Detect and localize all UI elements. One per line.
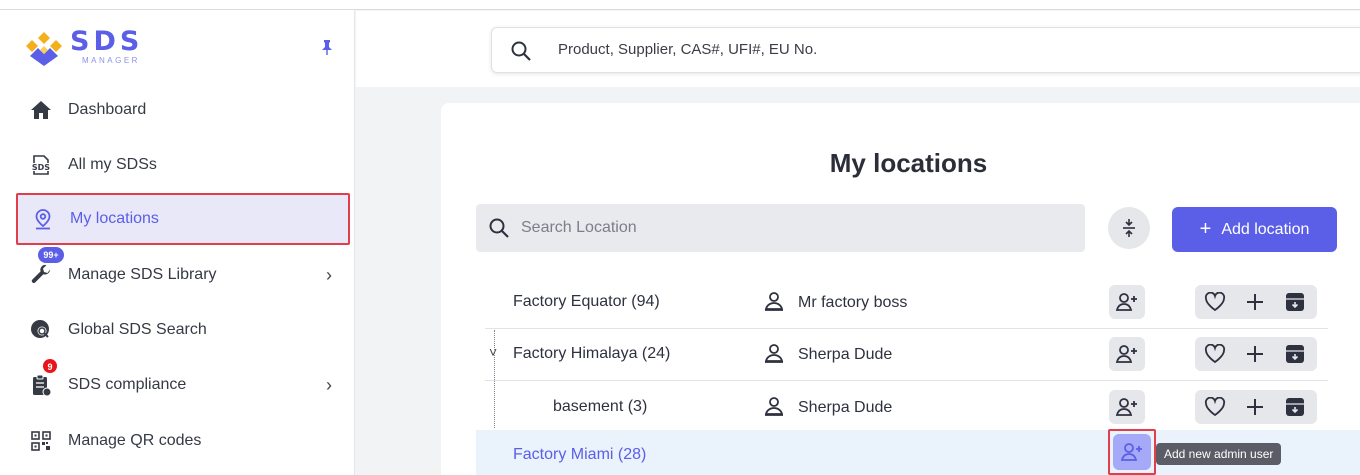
- location-row-child[interactable]: basement (3) Sherpa Dude: [525, 382, 1328, 434]
- sidebar-item-sds-compliance[interactable]: 9 SDS compliance ›: [16, 358, 350, 411]
- add-sublocation-icon[interactable]: [1243, 290, 1267, 314]
- sidebar-item-label: My locations: [70, 210, 159, 227]
- add-sublocation-icon[interactable]: [1243, 395, 1267, 419]
- qr-code-icon: [28, 428, 54, 454]
- sidebar-item-all-my-sdss[interactable]: SDS All my SDSs: [16, 139, 350, 191]
- archive-icon[interactable]: [1283, 395, 1307, 419]
- location-owner: Mr factory boss: [798, 294, 908, 311]
- archive-icon[interactable]: [1283, 342, 1307, 366]
- logo-text: SDS: [70, 26, 144, 57]
- favorite-heart-icon[interactable]: [1203, 342, 1227, 366]
- row-actions: [1195, 285, 1317, 319]
- sidebar-item-label: SDS compliance: [68, 376, 187, 393]
- sidebar-item-my-locations[interactable]: My locations: [16, 193, 350, 245]
- add-location-button[interactable]: + Add location: [1172, 207, 1337, 252]
- locations-card: My locations Search Location + Add locat…: [441, 103, 1360, 475]
- add-user-icon: [1115, 398, 1137, 416]
- add-admin-user-button[interactable]: [1109, 390, 1145, 424]
- location-row[interactable]: Factory Equator (94) Mr factory boss: [485, 277, 1328, 329]
- tooltip: Add new admin user: [1156, 443, 1282, 465]
- location-owner: Sherpa Dude: [798, 399, 893, 416]
- logo-subtext: MANAGER: [82, 56, 140, 65]
- tree-indent-line: [494, 330, 495, 428]
- user-icon: [764, 397, 784, 416]
- collapse-all-button[interactable]: [1108, 207, 1150, 249]
- add-user-icon: [1115, 345, 1137, 363]
- home-icon: [28, 97, 54, 123]
- svg-text:SDS: SDS: [32, 163, 50, 172]
- sidebar-item-label: All my SDSs: [68, 156, 157, 173]
- favorite-heart-icon[interactable]: [1203, 395, 1227, 419]
- add-user-icon: [1120, 443, 1142, 461]
- sds-file-icon: SDS: [28, 152, 54, 178]
- search-icon: [489, 218, 509, 238]
- row-actions: [1195, 337, 1317, 371]
- location-row[interactable]: ˅ Factory Himalaya (24) Sherpa Dude: [485, 329, 1328, 381]
- search-icon: [511, 41, 531, 61]
- row-actions: [1195, 390, 1317, 424]
- notification-badge: 99+: [38, 247, 64, 263]
- search-placeholder: Search Location: [521, 219, 637, 236]
- global-search-input[interactable]: Product, Supplier, CAS#, UFI#, EU No.: [491, 27, 1360, 73]
- location-name: Factory Miami (28): [513, 446, 647, 463]
- add-admin-user-button[interactable]: [1109, 337, 1145, 371]
- chevron-right-icon: ›: [326, 374, 332, 395]
- user-icon: [764, 344, 784, 363]
- add-user-icon: [1115, 293, 1137, 311]
- sidebar-item-manage-qr-codes[interactable]: Manage QR codes: [16, 415, 350, 467]
- sidebar-item-label: Manage SDS Library: [68, 266, 217, 283]
- location-name: basement (3): [553, 398, 648, 415]
- page-title: My locations: [829, 148, 988, 178]
- sidebar-item-label: Dashboard: [68, 101, 147, 118]
- clipboard-icon: [28, 372, 54, 398]
- location-owner: Sherpa Dude: [798, 346, 893, 363]
- collapse-icon: [1123, 219, 1135, 237]
- location-name: Factory Equator (94): [513, 293, 660, 310]
- location-name: Factory Himalaya (24): [513, 345, 671, 362]
- location-search-input[interactable]: Search Location: [476, 204, 1085, 252]
- add-admin-user-button-highlighted[interactable]: [1108, 429, 1156, 475]
- add-admin-user-button[interactable]: [1109, 285, 1145, 319]
- sidebar-item-label: Global SDS Search: [68, 321, 207, 338]
- logo-diamond-icon: [26, 32, 62, 66]
- top-border: [0, 0, 1360, 10]
- search-placeholder: Product, Supplier, CAS#, UFI#, EU No.: [558, 41, 818, 58]
- top-header: Product, Supplier, CAS#, UFI#, EU No.: [356, 11, 1360, 87]
- sidebar: SDS MANAGER Dashboard SDS All my SDSs My…: [0, 0, 355, 475]
- add-location-label: Add location: [1221, 220, 1310, 238]
- chevron-right-icon: ›: [326, 264, 332, 285]
- app-logo[interactable]: SDS MANAGER: [24, 28, 143, 66]
- sidebar-item-global-sds-search[interactable]: Global SDS Search: [16, 304, 350, 356]
- archive-icon[interactable]: [1283, 290, 1307, 314]
- favorite-heart-icon[interactable]: [1203, 290, 1227, 314]
- globe-search-icon: [28, 317, 54, 343]
- user-icon: [764, 292, 784, 311]
- sidebar-item-dashboard[interactable]: Dashboard: [16, 84, 350, 136]
- add-admin-user-button[interactable]: [1113, 434, 1151, 470]
- location-pin-icon: [30, 206, 56, 232]
- sidebar-item-manage-sds-library[interactable]: 99+ Manage SDS Library ›: [16, 247, 350, 301]
- pin-icon[interactable]: [318, 38, 336, 56]
- notification-badge: 9: [42, 358, 58, 374]
- plus-icon: +: [1199, 218, 1212, 240]
- sidebar-item-label: Manage QR codes: [68, 432, 202, 449]
- add-sublocation-icon[interactable]: [1243, 342, 1267, 366]
- wrench-icon: [28, 262, 54, 288]
